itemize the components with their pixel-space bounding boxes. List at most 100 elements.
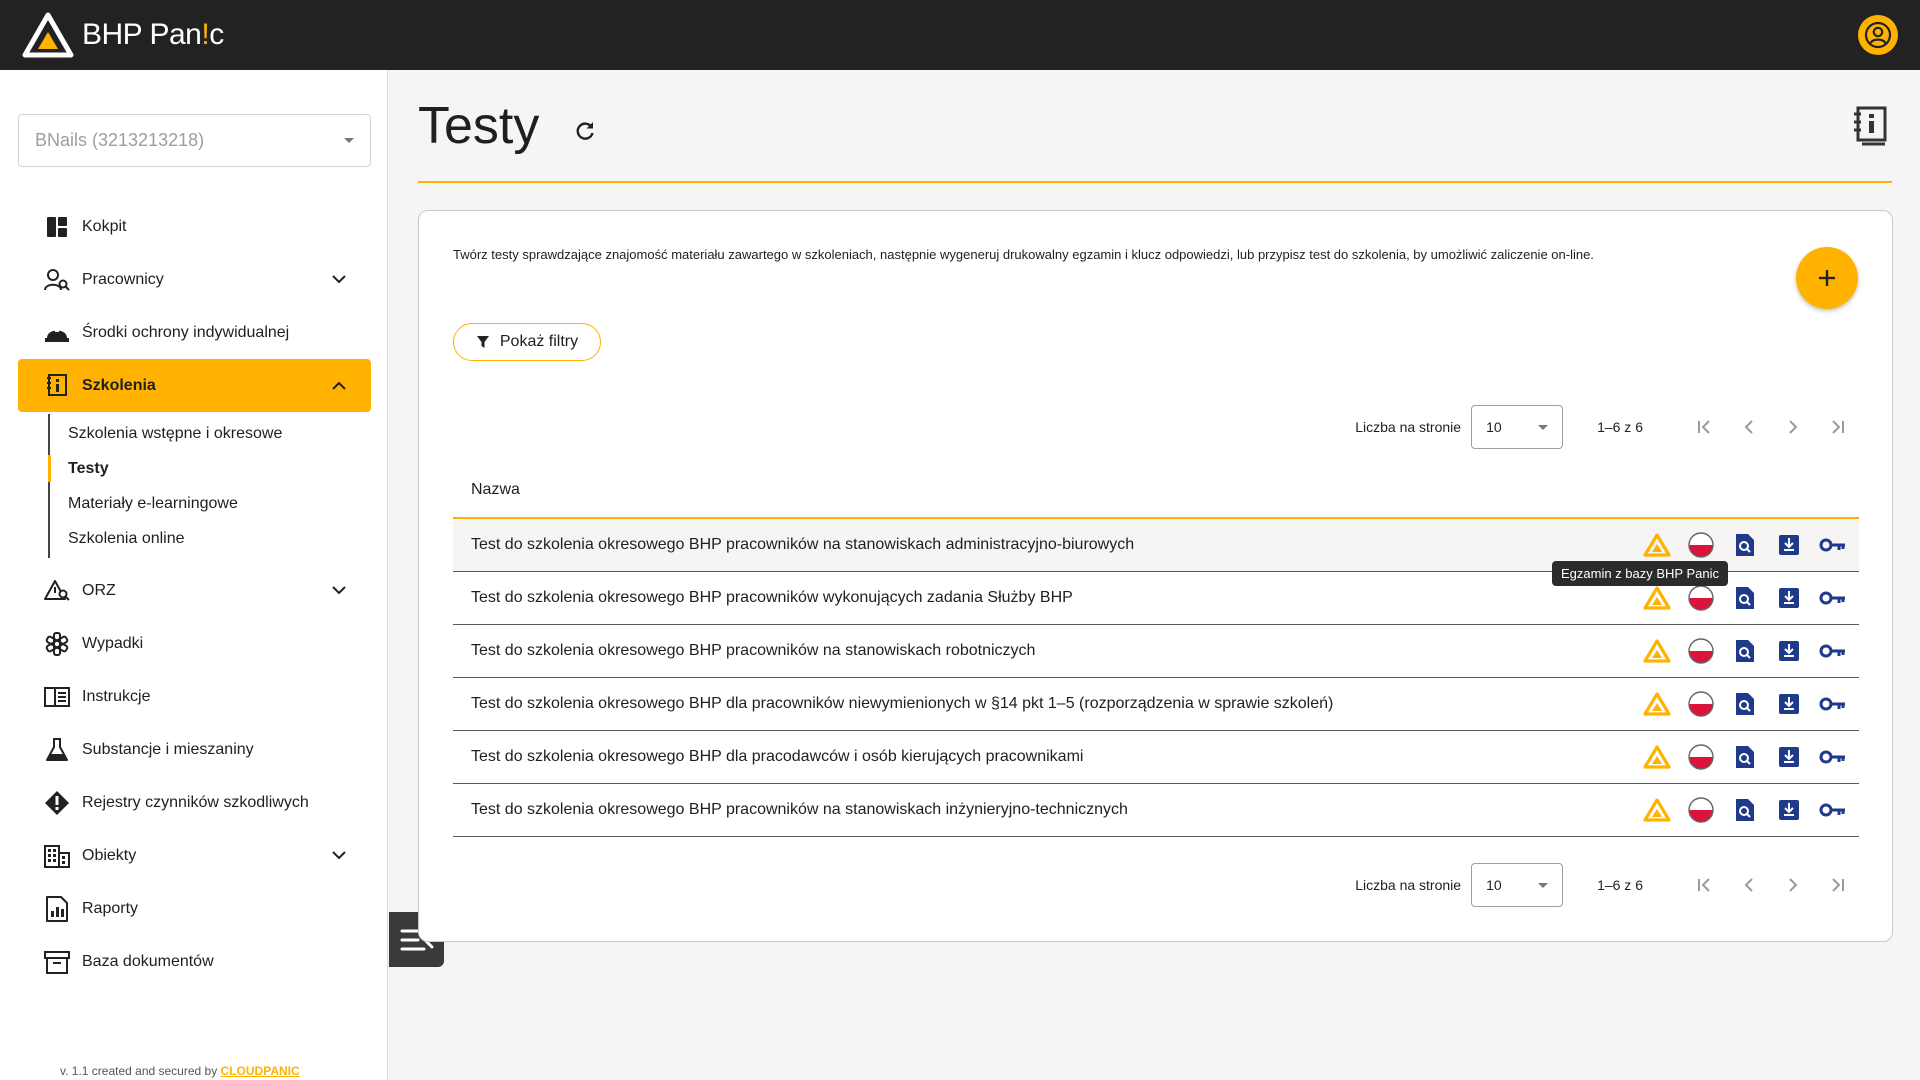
table-row[interactable]: Test do szkolenia okresowego BHP dla pra… (453, 731, 1859, 784)
next-page-button[interactable] (1771, 863, 1815, 907)
poland-flag-icon (1688, 585, 1714, 611)
download-button[interactable] (1767, 682, 1811, 726)
app-name: BHP Pan!c (82, 18, 224, 51)
sidebar-item-pracownicy[interactable]: Pracownicy (18, 253, 371, 306)
table-row[interactable]: Test do szkolenia okresowego BHP pracown… (453, 625, 1859, 678)
sidebar-item-raporty[interactable]: Raporty (18, 882, 371, 935)
preview-button[interactable] (1723, 523, 1767, 567)
sidebar-item-srodki-ochrony[interactable]: Środki ochrony indywidualnej (18, 306, 371, 359)
last-page-icon (1832, 878, 1844, 892)
subnav-item-testy[interactable]: Testy (48, 451, 371, 486)
show-filters-button[interactable]: Pokaż filtry (453, 323, 601, 361)
answer-key-button[interactable] (1811, 735, 1855, 779)
manual-book-icon (1854, 106, 1887, 146)
first-page-button[interactable] (1683, 863, 1727, 907)
download-button[interactable] (1767, 576, 1811, 620)
user-account-button[interactable] (1858, 15, 1898, 55)
bhp-panic-source-button[interactable] (1635, 788, 1679, 832)
preview-button[interactable] (1723, 576, 1767, 620)
sidebar-item-baza-dokumentow[interactable]: Baza dokumentów (18, 935, 371, 988)
last-page-button[interactable] (1815, 405, 1859, 449)
last-page-icon (1832, 420, 1844, 434)
answer-key-button[interactable] (1811, 629, 1855, 673)
poland-flag-icon (1688, 532, 1714, 558)
help-manual-button[interactable] (1850, 104, 1890, 148)
per-page-select[interactable]: 10 (1471, 405, 1564, 449)
key-icon (1819, 803, 1845, 817)
answer-key-button[interactable] (1811, 788, 1855, 832)
preview-icon (1736, 534, 1754, 556)
poland-flag-icon (1688, 744, 1714, 770)
sidebar-item-substancje[interactable]: Substancje i mieszaniny (18, 723, 371, 776)
prev-page-button[interactable] (1727, 405, 1771, 449)
first-page-button[interactable] (1683, 405, 1727, 449)
per-page-select[interactable]: 10 (1471, 863, 1564, 907)
bhp-panic-source-button[interactable] (1635, 629, 1679, 673)
sidebar-item-obiekty[interactable]: Obiekty (18, 829, 371, 882)
cloudpanic-link[interactable]: CLOUDPANIC (221, 1064, 300, 1078)
last-page-button[interactable] (1815, 863, 1859, 907)
answer-key-button[interactable] (1811, 576, 1855, 620)
language-button[interactable] (1679, 682, 1723, 726)
add-test-button[interactable] (1796, 247, 1858, 309)
top-bar: BHP Pan!c (0, 0, 1920, 70)
sidebar-item-kokpit[interactable]: Kokpit (18, 200, 371, 253)
subnav-item-materialy-elearning[interactable]: Materiały e-learningowe (50, 486, 371, 521)
version-footer: v. 1.1 created and secured by CLOUDPANIC (60, 1064, 300, 1078)
preview-button[interactable] (1723, 629, 1767, 673)
answer-key-button[interactable] (1811, 523, 1855, 567)
language-button[interactable] (1679, 629, 1723, 673)
column-header-name[interactable]: Nazwa (471, 481, 520, 499)
tooltip: Egzamin z bazy BHP Panic (1552, 561, 1728, 586)
preview-button[interactable] (1723, 735, 1767, 779)
company-select[interactable]: BNails (3213213218) (18, 114, 371, 167)
bhp-panic-source-button[interactable] (1635, 682, 1679, 726)
sidebar-item-instrukcje[interactable]: Instrukcje (18, 670, 371, 723)
app-logo[interactable]: BHP Pan!c (22, 12, 224, 58)
row-actions (1635, 629, 1859, 673)
row-actions (1635, 788, 1859, 832)
company-select-value: BNails (3213213218) (35, 130, 205, 150)
filter-icon (476, 336, 489, 348)
report-icon (44, 895, 70, 922)
download-icon (1779, 588, 1799, 608)
sidebar-item-rejestry[interactable]: Rejestry czynników szkodliwych (18, 776, 371, 829)
bhp-panic-logo-icon (1643, 745, 1671, 769)
key-icon (1819, 591, 1845, 605)
key-icon (1819, 750, 1845, 764)
language-button[interactable] (1679, 735, 1723, 779)
subnav-item-szkolenia-online[interactable]: Szkolenia online (50, 521, 371, 556)
paginator-bottom: Liczba na stronie 10 1–6 z 6 (453, 862, 1859, 908)
table-row[interactable]: Test do szkolenia okresowego BHP dla pra… (453, 678, 1859, 731)
refresh-button[interactable] (570, 116, 600, 146)
sidebar-item-orz[interactable]: ORZ (18, 564, 371, 617)
test-name: Test do szkolenia okresowego BHP pracown… (471, 642, 1036, 659)
preview-button[interactable] (1723, 788, 1767, 832)
table-row[interactable]: Test do szkolenia okresowego BHP pracown… (453, 784, 1859, 837)
download-icon (1779, 747, 1799, 767)
language-button[interactable] (1679, 788, 1723, 832)
key-icon (1819, 644, 1845, 658)
caret-down-icon (1538, 424, 1549, 430)
per-page-value: 10 (1486, 877, 1502, 893)
download-button[interactable] (1767, 788, 1811, 832)
dashboard-icon (44, 214, 70, 240)
plus-icon (1819, 270, 1835, 286)
bhp-panic-source-button[interactable] (1635, 735, 1679, 779)
sidebar-item-wypadki[interactable]: Wypadki (18, 617, 371, 670)
prev-page-button[interactable] (1727, 863, 1771, 907)
download-button[interactable] (1767, 735, 1811, 779)
refresh-icon (576, 122, 594, 140)
subnav-item-szkolenia-wstepne[interactable]: Szkolenia wstępne i okresowe (50, 416, 371, 451)
chevron-down-icon (329, 270, 349, 290)
test-name: Test do szkolenia okresowego BHP pracown… (471, 536, 1135, 553)
next-page-button[interactable] (1771, 405, 1815, 449)
download-button[interactable] (1767, 629, 1811, 673)
sidebar-item-szkolenia[interactable]: Szkolenia (18, 359, 371, 412)
caret-down-icon (344, 138, 354, 143)
chevron-down-icon (329, 581, 349, 601)
answer-key-button[interactable] (1811, 682, 1855, 726)
preview-button[interactable] (1723, 682, 1767, 726)
download-button[interactable] (1767, 523, 1811, 567)
risk-search-icon (44, 578, 70, 604)
